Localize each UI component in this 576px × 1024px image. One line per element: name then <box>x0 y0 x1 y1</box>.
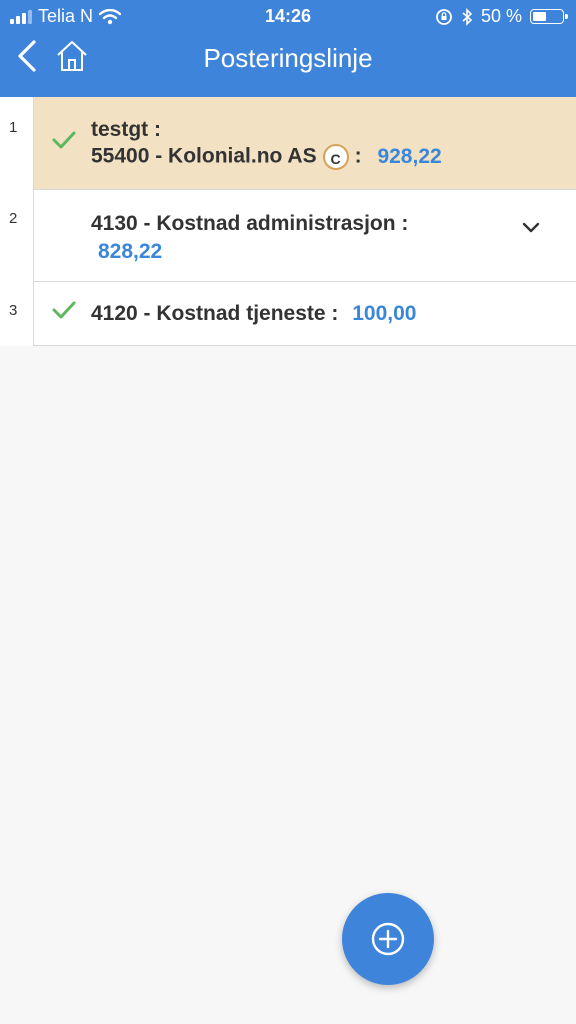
check-icon <box>52 131 76 149</box>
row-title: 4120 - Kostnad tjeneste : 100,00 <box>91 302 416 326</box>
battery-icon <box>530 9 568 24</box>
bluetooth-icon <box>462 7 473 26</box>
row-account-line: 55400 - Kolonial.no AS C: 928,22 <box>91 144 442 170</box>
row-number: 3 <box>0 282 33 346</box>
currency-badge: C <box>322 144 349 170</box>
orientation-lock-icon <box>436 8 452 25</box>
list-item[interactable]: 2 4130 - Kostnad administrasjon : 828,22 <box>0 190 576 282</box>
plus-circle-icon <box>371 922 405 956</box>
row-title: testgt : <box>91 118 161 141</box>
account-label: 4120 - Kostnad tjeneste : <box>91 302 339 325</box>
separator: : <box>354 144 362 168</box>
header-bar: Telia N 14:26 50 % Posteringslinje <box>0 0 576 97</box>
row-number: 2 <box>0 190 33 282</box>
add-button[interactable] <box>342 893 434 985</box>
posting-line-list: 1 testgt : 55400 - Kolonial.no AS C: 928,… <box>0 97 576 346</box>
status-bar: Telia N 14:26 50 % <box>0 0 576 32</box>
status-right: 50 % <box>435 6 568 27</box>
amount-value: 928,22 <box>377 144 442 168</box>
page-title: Posteringslinje <box>203 43 373 73</box>
list-item[interactable]: 3 4120 - Kostnad tjeneste : 100,00 <box>0 282 576 346</box>
amount-value: 828,22 <box>98 240 163 263</box>
row-card[interactable]: 4120 - Kostnad tjeneste : 100,00 <box>33 282 576 346</box>
battery-percent: 50 % <box>480 6 522 26</box>
account-label: 55400 - Kolonial.no AS <box>91 144 317 168</box>
row-card[interactable]: 4130 - Kostnad administrasjon : 828,22 <box>33 190 576 282</box>
row-number: 1 <box>0 97 33 190</box>
amount-value: 100,00 <box>352 302 417 325</box>
row-card-selected[interactable]: testgt : 55400 - Kolonial.no AS C: 928,22 <box>33 97 576 190</box>
chevron-down-icon[interactable] <box>522 222 540 234</box>
check-icon <box>52 301 76 319</box>
list-item[interactable]: 1 testgt : 55400 - Kolonial.no AS C: 928,… <box>0 97 576 190</box>
row-title: 4130 - Kostnad administrasjon : <box>91 212 409 235</box>
